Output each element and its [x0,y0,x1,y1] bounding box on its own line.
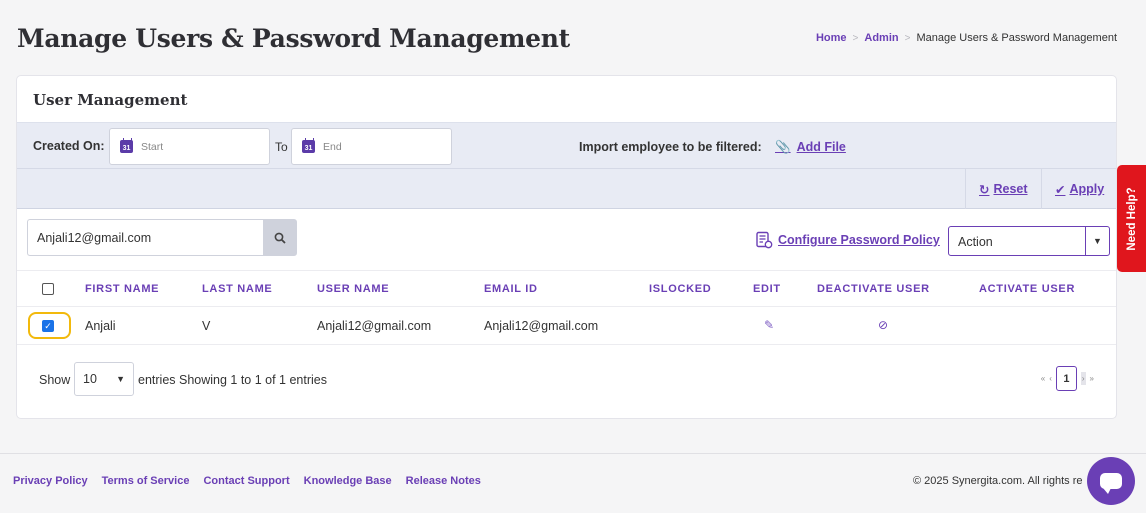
column-header-deactivate-user: DEACTIVATE USER [817,283,930,295]
reset-label: Reset [993,182,1028,196]
action-dropdown[interactable]: Action ▼ [948,226,1110,256]
footer-link-privacy-policy[interactable]: Privacy Policy [13,475,88,487]
filter-actions-row: ↻ Reset ✔ Apply [17,169,1116,209]
search-box [27,219,297,256]
user-management-card: User Management Created On: 31 Start To … [16,75,1117,419]
apply-label: Apply [1069,182,1105,196]
page-title: Manage Users & Password Management [17,24,570,53]
first-page-button[interactable]: « [1041,374,1045,383]
card-title: User Management [33,91,188,109]
add-file-label: Add File [796,140,846,154]
column-header-edit: EDIT [753,283,781,295]
search-button[interactable] [263,219,297,256]
apply-button[interactable]: ✔ Apply [1041,169,1117,209]
column-header-activate-user: ACTIVATE USER [979,283,1076,295]
breadcrumb-home[interactable]: Home [816,32,847,44]
prev-page-button[interactable]: ‹ [1049,374,1052,383]
chat-button[interactable] [1087,457,1135,505]
row-checkbox[interactable]: ✓ [42,320,54,332]
configure-password-policy-button[interactable]: Configure Password Policy [755,231,940,249]
cell-user-name: Anjali12@gmail.com [317,319,432,333]
footer-link-release-notes[interactable]: Release Notes [406,475,481,487]
footer-link-contact-support[interactable]: Contact Support [203,475,289,487]
show-label: Show [39,373,71,387]
end-date-placeholder: End [323,140,342,153]
chevron-down-icon: ▼ [1085,227,1109,255]
breadcrumb-separator: > [852,32,859,44]
column-header-islocked: ISLOCKED [649,283,712,295]
table-row: ✓ Anjali V Anjali12@gmail.com Anjali12@g… [17,307,1116,345]
import-employee-label: Import employee to be filtered: [579,140,762,154]
page-length-select[interactable]: 10 ▼ [74,362,134,396]
chevron-down-icon: ▼ [116,374,125,384]
breadcrumb: Home > Admin > Manage Users & Password M… [816,32,1117,44]
cell-last-name: V [202,319,211,333]
page-number-button[interactable]: 1 [1055,366,1077,391]
breadcrumb-separator: > [904,32,911,44]
page-length-value: 10 [83,372,97,386]
ban-icon[interactable]: ⊘ [878,318,888,332]
need-help-tab[interactable]: Need Help? [1117,165,1146,272]
check-circle-icon: ✔ [1055,182,1066,197]
breadcrumb-admin[interactable]: Admin [864,32,898,44]
page-footer: Privacy Policy Terms of Service Contact … [0,453,1146,513]
search-icon [274,232,286,244]
search-input[interactable] [27,219,263,256]
footer-link-terms-of-service[interactable]: Terms of Service [102,475,190,487]
footer-links: Privacy Policy Terms of Service Contact … [13,475,481,487]
calendar-icon: 31 [120,138,133,153]
to-label: To [275,140,288,154]
column-header-last-name: LAST NAME [202,283,273,295]
policy-icon [756,231,773,249]
refresh-icon: ↻ [979,182,990,197]
add-file-button[interactable]: 📎 Add File [775,140,846,155]
start-date-placeholder: Start [141,140,164,153]
cell-email-id: Anjali12@gmail.com [484,319,599,333]
table-footer: Show 10 ▼ entries Showing 1 to 1 of 1 en… [17,362,1116,402]
paperclip-icon: 📎 [775,140,791,154]
last-page-button[interactable]: » [1090,374,1094,383]
breadcrumb-current: Manage Users & Password Management [916,32,1117,44]
action-dropdown-value: Action [958,235,993,249]
entries-info: entries Showing 1 to 1 of 1 entries [138,373,328,387]
footer-link-knowledge-base[interactable]: Knowledge Base [304,475,392,487]
end-date-input[interactable]: 31 End [291,128,452,165]
cell-first-name: Anjali [85,319,116,333]
pagination: « ‹ 1 › » [1041,366,1094,391]
column-header-first-name: FIRST NAME [85,283,160,295]
edit-icon[interactable]: ✎ [764,318,774,332]
column-header-email-id: EMAIL ID [484,283,538,295]
created-on-label: Created On: [33,139,105,153]
filter-row: Created On: 31 Start To 31 End Import em… [17,123,1116,169]
table-header: FIRST NAME LAST NAME USER NAME EMAIL ID … [17,270,1116,307]
column-header-user-name: USER NAME [317,283,390,295]
calendar-icon: 31 [302,138,315,153]
next-page-button[interactable]: › [1080,372,1086,385]
start-date-input[interactable]: 31 Start [109,128,270,165]
configure-password-policy-label: Configure Password Policy [778,233,940,247]
need-help-label: Need Help? [1125,186,1138,251]
chat-icon [1100,473,1122,494]
filter-bar: Created On: 31 Start To 31 End Import em… [17,122,1116,209]
select-all-checkbox[interactable] [42,283,54,295]
reset-button[interactable]: ↻ Reset [965,169,1041,209]
